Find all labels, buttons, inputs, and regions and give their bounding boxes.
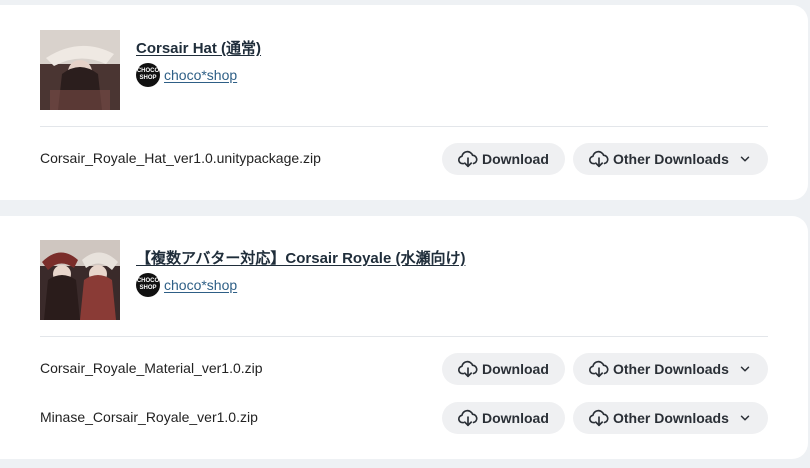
download-label: Download (482, 410, 549, 426)
file-name: Minase_Corsair_Royale_ver1.0.zip (40, 409, 258, 425)
file-name: Corsair_Royale_Hat_ver1.0.unitypackage.z… (40, 150, 321, 166)
download-button[interactable]: Download (442, 402, 565, 434)
cloud-download-icon (457, 358, 479, 380)
file-row: Corsair_Royale_Hat_ver1.0.unitypackage.z… (40, 143, 768, 175)
product-card: Corsair Hat (通常) CHOCO SHOP choco*shop C… (0, 5, 808, 200)
shop-avatar: CHOCO SHOP (136, 273, 160, 297)
file-row: Minase_Corsair_Royale_ver1.0.zip Downloa… (40, 402, 768, 434)
cloud-download-icon (457, 407, 479, 429)
product-title[interactable]: Corsair Hat (通常) (136, 37, 261, 58)
product-thumbnail[interactable] (40, 240, 120, 320)
shop-link[interactable]: CHOCO SHOP choco*shop (136, 273, 237, 297)
chevron-down-icon (738, 152, 752, 166)
file-row: Corsair_Royale_Material_ver1.0.zip Downl… (40, 353, 768, 385)
cloud-download-icon (588, 407, 610, 429)
shop-name[interactable]: choco*shop (164, 277, 237, 293)
download-label: Download (482, 151, 549, 167)
cloud-download-icon (588, 358, 610, 380)
chevron-down-icon (738, 411, 752, 425)
other-downloads-button[interactable]: Other Downloads (573, 143, 768, 175)
cloud-download-icon (457, 148, 479, 170)
divider (40, 126, 768, 127)
shop-name[interactable]: choco*shop (164, 67, 237, 83)
cloud-download-icon (588, 148, 610, 170)
shop-link[interactable]: CHOCO SHOP choco*shop (136, 63, 237, 87)
other-downloads-label: Other Downloads (613, 410, 729, 426)
product-header: 【複数アバター対応】Corsair Royale (水瀬向け) CHOCO SH… (40, 240, 768, 320)
download-button[interactable]: Download (442, 143, 565, 175)
product-title[interactable]: 【複数アバター対応】Corsair Royale (水瀬向け) (136, 247, 465, 268)
other-downloads-label: Other Downloads (613, 151, 729, 167)
shop-avatar: CHOCO SHOP (136, 63, 160, 87)
download-label: Download (482, 361, 549, 377)
other-downloads-button[interactable]: Other Downloads (573, 353, 768, 385)
chevron-down-icon (738, 362, 752, 376)
product-thumbnail[interactable] (40, 30, 120, 110)
product-card: 【複数アバター対応】Corsair Royale (水瀬向け) CHOCO SH… (0, 216, 808, 459)
product-header: Corsair Hat (通常) CHOCO SHOP choco*shop (40, 30, 768, 110)
download-button[interactable]: Download (442, 353, 565, 385)
other-downloads-button[interactable]: Other Downloads (573, 402, 768, 434)
divider (40, 336, 768, 337)
other-downloads-label: Other Downloads (613, 361, 729, 377)
file-name: Corsair_Royale_Material_ver1.0.zip (40, 360, 263, 376)
